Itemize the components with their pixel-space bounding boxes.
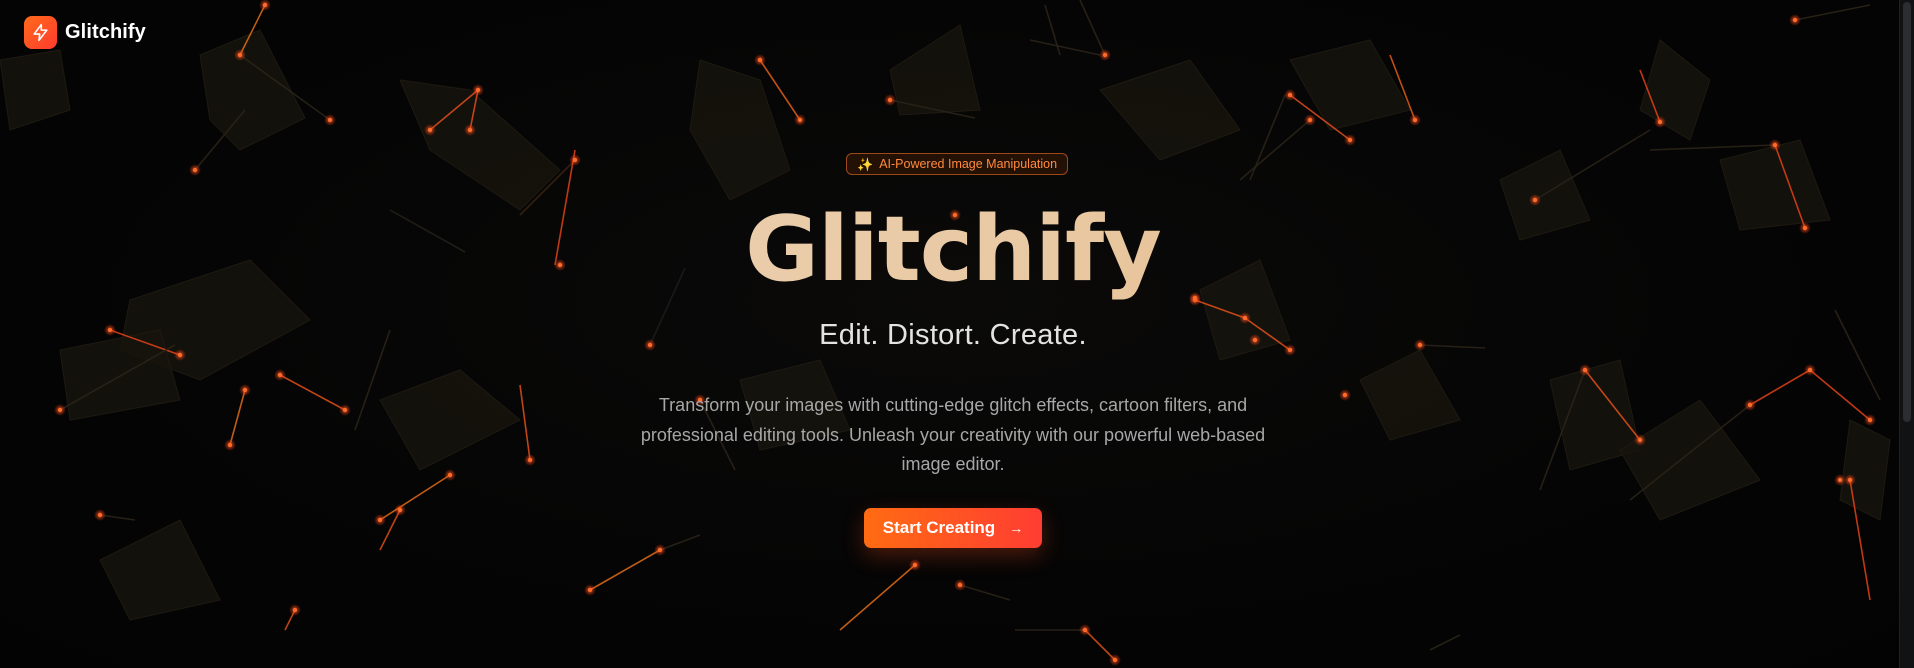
start-creating-label: Start Creating bbox=[882, 518, 996, 537]
sparkles-icon: ✨ bbox=[857, 156, 874, 172]
badge-text: AI-Powered Image Manipulation bbox=[879, 157, 1058, 171]
hero-description: Transform your images with cutting-edge … bbox=[640, 395, 1266, 474]
arrow-right-icon: → bbox=[1009, 520, 1024, 536]
feature-badge: ✨ AI-Powered Image Manipulation bbox=[846, 153, 1069, 175]
hero-section: ✨ AI-Powered Image Manipulation Glitchif… bbox=[0, 0, 1906, 668]
hero-title: Glitchify bbox=[0, 196, 1906, 304]
scrollbar[interactable] bbox=[1899, 0, 1914, 668]
scrollbar-thumb[interactable] bbox=[1903, 2, 1911, 422]
start-creating-button[interactable]: Start Creating → bbox=[864, 508, 1042, 548]
hero-subtitle: Edit. Distort. Create. bbox=[819, 319, 1087, 351]
landing-page: Glitchify ✨ AI-Powered Image Manipulatio… bbox=[0, 0, 1914, 668]
